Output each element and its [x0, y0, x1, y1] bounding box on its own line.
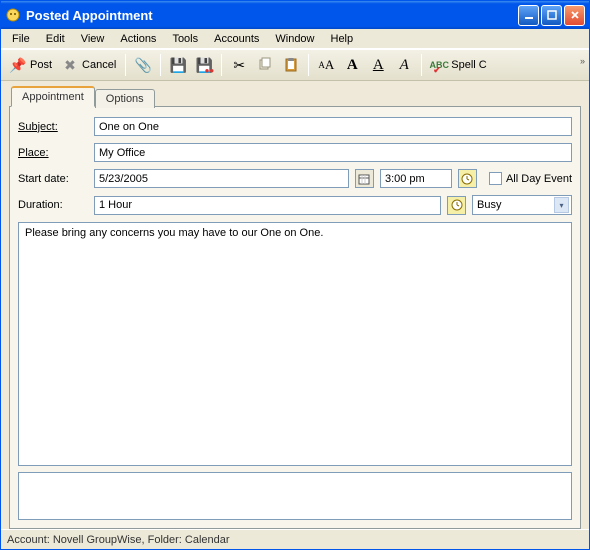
scissors-icon: ✂: [231, 57, 247, 73]
separator: [308, 54, 309, 76]
subject-label[interactable]: Subject:: [18, 121, 88, 133]
place-input[interactable]: [94, 143, 572, 162]
menu-file[interactable]: File: [5, 31, 37, 47]
separator: [160, 54, 161, 76]
underline-button[interactable]: A: [365, 53, 391, 77]
bold-button[interactable]: A: [339, 53, 365, 77]
all-day-checkbox[interactable]: [489, 172, 502, 185]
clock-icon: [451, 199, 463, 211]
clock-icon: [461, 173, 473, 185]
time-picker-button[interactable]: [458, 169, 477, 188]
status-text: Account: Novell GroupWise, Folder: Calen…: [7, 534, 230, 546]
calendar-icon: [358, 173, 370, 185]
paperclip-icon: 📎: [135, 57, 151, 73]
attach-button[interactable]: 📎: [130, 53, 156, 77]
all-day-checkbox-wrap[interactable]: All Day Event: [489, 172, 572, 185]
place-label[interactable]: Place:: [18, 147, 88, 159]
cut-button[interactable]: ✂: [226, 53, 252, 77]
calendar-picker-button[interactable]: [355, 169, 374, 188]
save-draft-button[interactable]: 💾●●: [191, 53, 217, 77]
tab-appointment[interactable]: Appointment: [11, 86, 95, 107]
clipboard-icon: [283, 57, 299, 73]
app-window: Posted Appointment File Edit View Action…: [0, 0, 590, 550]
window-title: Posted Appointment: [26, 8, 518, 23]
menu-tools[interactable]: Tools: [165, 31, 205, 47]
close-button[interactable]: [564, 5, 585, 26]
menubar: File Edit View Actions Tools Accounts Wi…: [1, 29, 589, 49]
status-value: Busy: [477, 199, 501, 211]
spellcheck-button[interactable]: ABC✔ Spell C: [426, 53, 491, 77]
menu-actions[interactable]: Actions: [113, 31, 163, 47]
menu-window[interactable]: Window: [268, 31, 321, 47]
maximize-button[interactable]: [541, 5, 562, 26]
minimize-button[interactable]: [518, 5, 539, 26]
statusbar: Account: Novell GroupWise, Folder: Calen…: [1, 529, 589, 549]
toolbar: 📌 Post ✖ Cancel 📎 💾 💾●● ✂: [1, 49, 589, 81]
menu-accounts[interactable]: Accounts: [207, 31, 266, 47]
italic-icon: A: [396, 57, 412, 73]
copy-icon: [257, 57, 273, 73]
tabstrip: Appointment Options: [11, 85, 581, 107]
duration-label: Duration:: [18, 199, 88, 211]
font-size-button[interactable]: AA: [313, 53, 339, 77]
tab-options[interactable]: Options: [95, 89, 155, 108]
content-area: Appointment Options Subject: Place: Star…: [1, 81, 589, 529]
paste-button[interactable]: [278, 53, 304, 77]
start-time-input[interactable]: [380, 169, 452, 188]
italic-button[interactable]: A: [391, 53, 417, 77]
save-draft-icon: 💾●●: [196, 57, 212, 73]
all-day-label: All Day Event: [506, 173, 572, 185]
status-select[interactable]: Busy ▾: [472, 195, 572, 215]
bold-icon: A: [344, 57, 360, 73]
tab-panel-appointment: Subject: Place: Start date:: [9, 106, 581, 529]
subject-input[interactable]: [94, 117, 572, 136]
body-textarea[interactable]: [18, 222, 572, 466]
titlebar: Posted Appointment: [1, 1, 589, 29]
save-button[interactable]: 💾: [165, 53, 191, 77]
spellcheck-icon: ABC✔: [431, 57, 447, 73]
menu-edit[interactable]: Edit: [39, 31, 72, 47]
menu-help[interactable]: Help: [324, 31, 361, 47]
separator: [221, 54, 222, 76]
menu-view[interactable]: View: [74, 31, 112, 47]
copy-button[interactable]: [252, 53, 278, 77]
separator: [421, 54, 422, 76]
underline-icon: A: [370, 57, 386, 73]
separator: [125, 54, 126, 76]
save-icon: 💾: [170, 57, 186, 73]
post-button[interactable]: 📌 Post: [5, 53, 57, 77]
duration-input[interactable]: [94, 196, 441, 215]
duration-picker-button[interactable]: [447, 196, 466, 215]
start-date-input[interactable]: [94, 169, 349, 188]
font-size-icon: AA: [318, 57, 334, 73]
app-icon: [5, 7, 21, 23]
pin-icon: 📌: [10, 57, 26, 73]
cancel-icon: ✖: [62, 57, 78, 73]
cancel-button[interactable]: ✖ Cancel: [57, 53, 121, 77]
dropdown-icon: ▾: [554, 197, 569, 213]
attachment-area[interactable]: [18, 472, 572, 520]
start-date-label: Start date:: [18, 173, 88, 185]
toolbar-overflow-icon[interactable]: »: [580, 56, 585, 66]
